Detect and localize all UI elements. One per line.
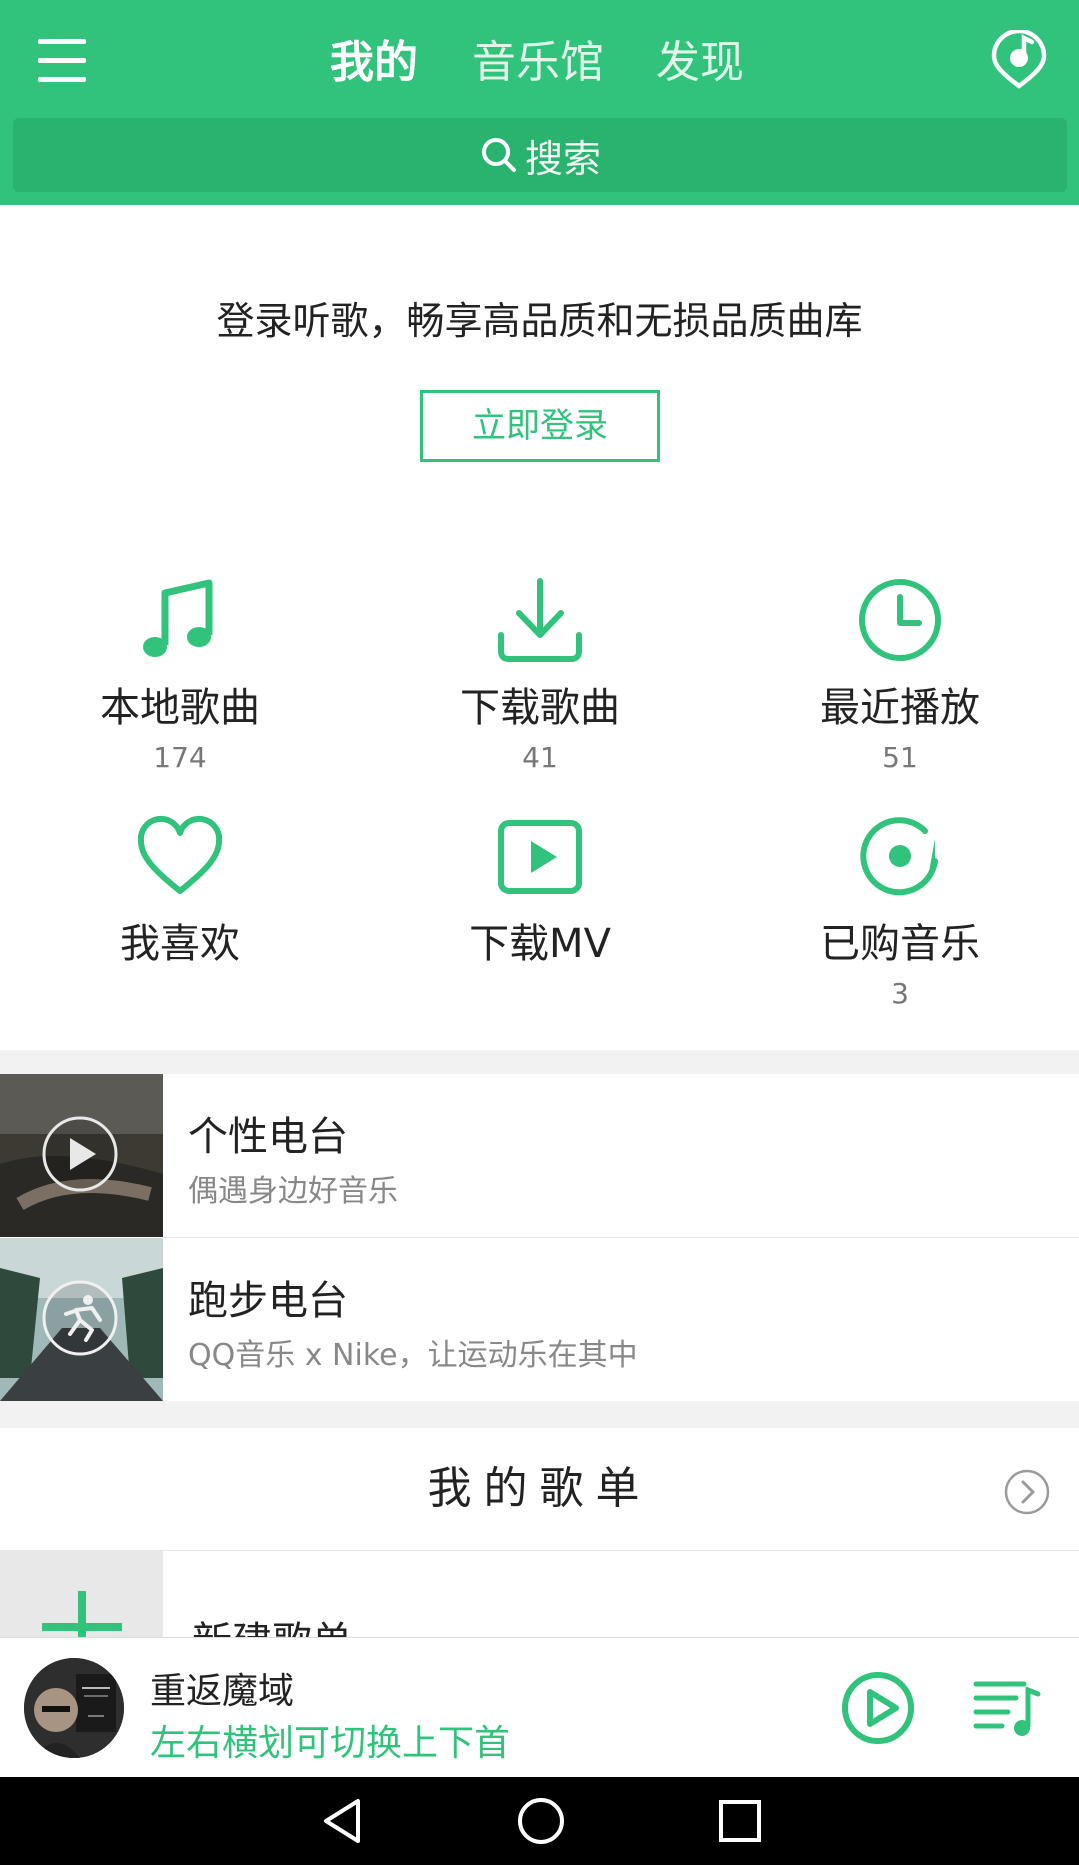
swipe-hint: 左右横划可切换上下首 <box>150 1723 511 1764</box>
music-note-icon <box>143 579 213 657</box>
section-divider <box>0 1401 1079 1428</box>
system-nav-bar <box>0 1777 1079 1865</box>
purchased-disc-icon <box>860 816 938 895</box>
search-bar[interactable]: 搜索 <box>13 118 1067 192</box>
tab-music-hall[interactable]: 音乐馆 <box>472 28 604 98</box>
radio-thumbnail <box>0 1238 163 1401</box>
grid-label: 我喜欢 <box>120 921 240 967</box>
new-playlist-label: 新建歌单 <box>192 1609 352 1637</box>
album-cover[interactable] <box>24 1658 124 1758</box>
tab-discover[interactable]: 发现 <box>656 28 744 98</box>
top-header: 我的 音乐馆 发现 搜索 <box>0 0 1079 205</box>
section-divider <box>0 1050 1079 1074</box>
radio-title: 个性电台 <box>188 1114 348 1160</box>
radio-subtitle: 偶遇身边好音乐 <box>188 1174 398 1209</box>
grid-count: 174 <box>153 741 207 774</box>
radio-thumbnail <box>0 1074 163 1237</box>
grid-item-downloaded-songs[interactable]: 下载歌曲 41 <box>390 572 690 774</box>
playlist-header: 我的歌单 <box>0 1428 1079 1550</box>
grid-item-purchased-music[interactable]: 已购音乐 3 <box>750 808 1050 1010</box>
play-button[interactable] <box>840 1670 916 1746</box>
grid-count: 3 <box>891 977 909 1010</box>
grid-item-downloaded-mv[interactable]: 下载MV <box>390 808 690 969</box>
tab-my[interactable]: 我的 <box>330 28 418 98</box>
clock-icon <box>859 578 941 661</box>
mini-player[interactable]: 重返魔域 左右横划可切换上下首 <box>0 1637 1079 1777</box>
playlist-queue-icon[interactable] <box>972 1676 1042 1740</box>
grid-label: 本地歌曲 <box>100 685 260 731</box>
chevron-right-icon[interactable] <box>1003 1468 1051 1516</box>
grid-item-local-songs[interactable]: 本地歌曲 174 <box>30 572 330 774</box>
playlist-title: 我的歌单 <box>427 1463 652 1514</box>
play-icon <box>842 1672 914 1744</box>
login-prompt: 登录听歌，畅享高品质和无损品质曲库 <box>216 299 863 343</box>
plus-icon <box>0 1551 163 1637</box>
download-icon <box>498 577 582 662</box>
search-icon <box>481 138 516 172</box>
login-button[interactable]: 立即登录 <box>420 390 660 462</box>
radio-row-running[interactable]: 跑步电台 QQ音乐 x Nike，让运动乐在其中 <box>0 1238 1079 1401</box>
music-radar-icon[interactable] <box>990 28 1048 90</box>
top-tabs: 我的 音乐馆 发现 <box>0 28 1079 98</box>
video-play-icon <box>498 819 582 894</box>
grid-label: 已购音乐 <box>820 921 980 967</box>
grid-label: 下载MV <box>469 921 611 967</box>
song-title: 重返魔域 <box>150 1671 295 1712</box>
new-playlist-row[interactable]: 新建歌单 <box>0 1551 1079 1637</box>
grid-count: 41 <box>522 741 558 774</box>
radio-row-personal[interactable]: 个性电台 偶遇身边好音乐 <box>0 1074 1079 1237</box>
search-label: 搜索 <box>524 136 601 181</box>
grid-item-recent-plays[interactable]: 最近播放 51 <box>750 572 1050 774</box>
recent-apps-icon[interactable] <box>716 1797 764 1845</box>
back-icon[interactable] <box>318 1795 370 1847</box>
radio-subtitle: QQ音乐 x Nike，让运动乐在其中 <box>188 1338 638 1373</box>
grid-item-favorites[interactable]: 我喜欢 <box>30 808 330 969</box>
grid-label: 最近播放 <box>820 685 980 731</box>
home-icon[interactable] <box>515 1795 567 1847</box>
grid-count: 51 <box>882 741 918 774</box>
grid-label: 下载歌曲 <box>460 685 620 731</box>
radio-title: 跑步电台 <box>188 1278 348 1324</box>
heart-icon <box>137 815 223 894</box>
